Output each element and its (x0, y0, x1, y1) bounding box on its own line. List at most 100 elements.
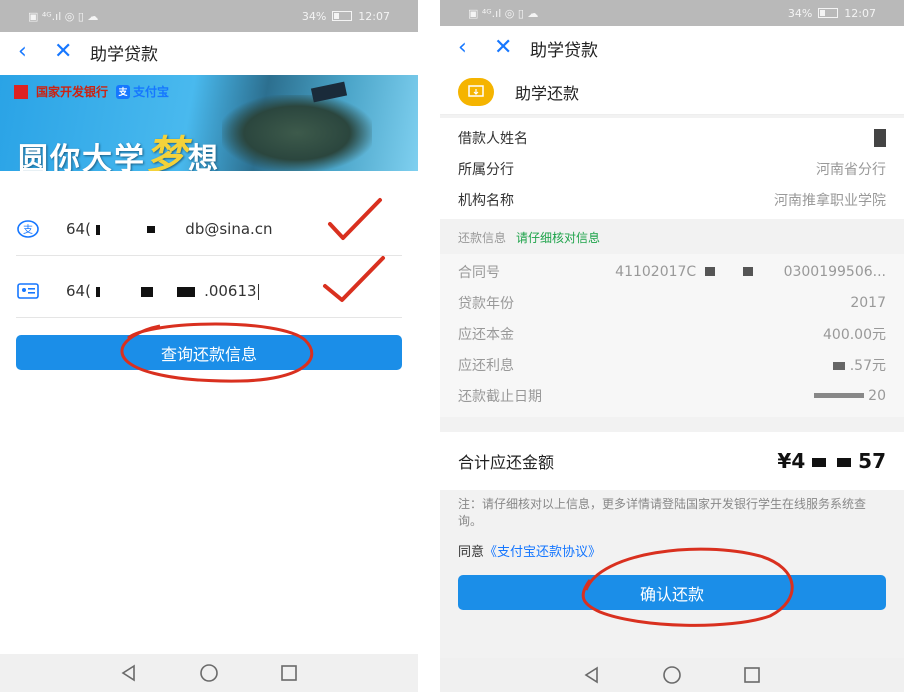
back-triangle-icon[interactable] (118, 662, 140, 684)
battery-percent: 34% (301, 9, 327, 23)
total-card: 合计应还金额 ¥4 57 (440, 432, 904, 490)
redaction (95, 224, 100, 235)
id-suffix: .00613 (204, 282, 257, 300)
total-label: 合计应还金额 (458, 453, 555, 472)
status-bar: ▣ ⁴ᴳ.ıl ◎ ▯ ☁ 34% 12:07 (0, 0, 418, 32)
query-repayment-button[interactable]: 查询还款信息 (16, 335, 402, 370)
banner-logos: 国家开发银行 支 支付宝 (14, 83, 169, 100)
row-label: 贷款年份 (458, 295, 514, 312)
battery-icon (818, 8, 839, 18)
agree-prefix: 同意 (458, 545, 485, 560)
section-title: 还款信息 (458, 230, 507, 245)
row-label: 机构名称 (458, 192, 514, 209)
total-suffix: 57 (858, 449, 886, 473)
recents-square-icon[interactable] (741, 664, 763, 686)
section-hint: 请仔细核对信息 (516, 230, 601, 245)
alipay-name: 支付宝 (133, 85, 170, 99)
page-title: 助学贷款 (530, 40, 598, 61)
repay-title: 助学还款 (515, 84, 580, 103)
borrower-name-row: 借款人姓名 (440, 122, 904, 153)
clock: 12:07 (358, 9, 390, 23)
redaction (743, 267, 754, 276)
status-bar: ▣ ⁴ᴳ.ıl ◎ ▯ ☁ 34% 12:07 (440, 0, 904, 26)
contract-part-a: 41102017C (615, 263, 697, 280)
cdb-logo-icon (14, 84, 28, 99)
id-number-field[interactable]: 64( .00613 (16, 265, 402, 318)
contract-value: 41102017C 0300199506... (615, 264, 886, 280)
back-icon[interactable]: ‹ (18, 32, 42, 72)
borrower-card: 借款人姓名 所属分行 河南省分行 机构名称 河南推拿职业学院 (440, 118, 904, 219)
close-icon[interactable]: ✕ (54, 32, 80, 72)
alipay-agreement-link[interactable]: 《支付宝还款协议》 (484, 545, 601, 560)
repay-header: 助学还款 (440, 70, 904, 115)
right-phone-screen: ▣ ⁴ᴳ.ıl ◎ ▯ ☁ 34% 12:07 ‹ ✕ 助学贷款 助学还款 借款… (440, 0, 904, 692)
row-label: 还款截止日期 (458, 388, 542, 405)
signal-icons: ▣ ⁴ᴳ.ıl ◎ ▯ ☁ (468, 6, 539, 20)
home-circle-icon[interactable] (198, 662, 220, 684)
page-title: 助学贷款 (90, 44, 158, 65)
battery-percent: 34% (787, 6, 813, 20)
android-nav-bar (440, 658, 904, 692)
id-card-icon (16, 282, 40, 300)
row-label: 合同号 (458, 264, 500, 281)
promo-banner: 国家开发银行 支 支付宝 圆你大学梦想 (0, 75, 418, 171)
home-circle-icon[interactable] (661, 664, 683, 686)
row-label: 应还利息 (458, 357, 514, 374)
redaction (833, 361, 846, 370)
redaction (95, 286, 100, 297)
back-icon[interactable]: ‹ (458, 28, 482, 68)
clock: 12:07 (844, 6, 876, 20)
interest-value: .57元 (833, 355, 886, 375)
row-value: 河南省分行 (816, 161, 886, 178)
agreement-line: 同意《支付宝还款协议》 (458, 541, 601, 560)
back-triangle-icon[interactable] (581, 664, 603, 686)
redaction (140, 286, 153, 297)
account-prefix: 64( (66, 220, 91, 238)
redaction (177, 286, 196, 297)
close-icon[interactable]: ✕ (494, 28, 520, 68)
repay-info-card: 合同号 41102017C 0300199506... 贷款年份 2017 应还… (440, 254, 904, 417)
confirm-repayment-button[interactable]: 确认还款 (458, 575, 886, 610)
id-number-value: 64( .00613 (66, 282, 259, 300)
deadline-text: 20 (868, 387, 886, 404)
svg-text:支: 支 (23, 224, 33, 236)
nav-bar: ‹ ✕ 助学贷款 (0, 32, 418, 72)
recents-square-icon[interactable] (278, 662, 300, 684)
row-label: 借款人姓名 (458, 130, 528, 147)
redaction (874, 128, 886, 147)
id-prefix: 64( (66, 282, 91, 300)
row-value: 2017 (850, 294, 886, 311)
account-value: 64( db@sina.cn (66, 220, 273, 238)
contract-row: 合同号 41102017C 0300199506... (440, 256, 904, 287)
account-field[interactable]: 支 64( db@sina.cn (16, 203, 402, 256)
slogan-dream: 梦 (146, 133, 188, 171)
interest-text: .57元 (849, 357, 886, 374)
branch-row: 所属分行 河南省分行 (440, 153, 904, 184)
redaction (812, 458, 827, 467)
redaction (704, 267, 715, 276)
redaction (837, 458, 852, 467)
signal-icons: ▣ ⁴ᴳ.ıl ◎ ▯ ☁ (28, 9, 99, 23)
total-prefix: ¥4 (777, 449, 806, 473)
institution-row: 机构名称 河南推拿职业学院 (440, 184, 904, 215)
nav-bar: ‹ ✕ 助学贷款 (440, 26, 904, 70)
contract-part-b: 0300199506... (783, 263, 886, 280)
alipay-logo: 支 支付宝 (116, 83, 169, 100)
android-nav-bar (0, 654, 418, 692)
bank-name: 国家开发银行 (36, 85, 109, 99)
redaction (813, 393, 864, 398)
slogan-part-b: 想 (188, 142, 220, 171)
row-value: 河南推拿职业学院 (774, 192, 886, 209)
slogan-part-a: 圆你大学 (18, 142, 146, 171)
row-value: 400.00元 (823, 326, 886, 343)
alipay-mark-icon: 支 (116, 84, 131, 99)
total-amount: ¥4 57 (777, 449, 886, 473)
disclaimer-note: 注：请仔细核对以上信息，更多详情请登陆国家开发银行学生在线服务系统查询。 (458, 497, 867, 528)
graduates-photo (222, 95, 372, 171)
principal-row: 应还本金 400.00元 (440, 318, 904, 349)
banner-slogan: 圆你大学梦想 (18, 123, 220, 171)
battery-icon (332, 11, 353, 21)
deadline-value: 20 (813, 387, 886, 404)
text-cursor (257, 283, 259, 300)
alipay-icon: 支 (16, 220, 40, 238)
